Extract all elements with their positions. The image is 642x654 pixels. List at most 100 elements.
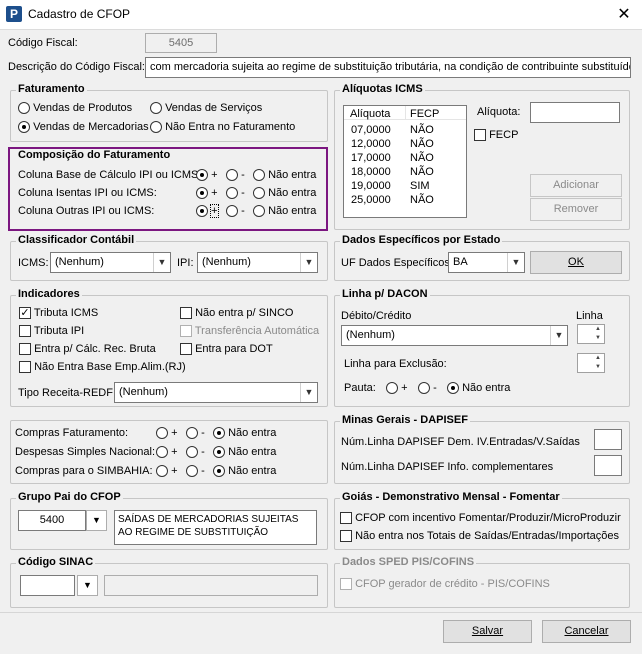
compras-faturamento-label: Compras Faturamento: — [15, 427, 129, 439]
checkmark-icon: ✓ — [19, 307, 31, 320]
list-item[interactable]: 18,0000 — [351, 166, 391, 178]
uf-combo[interactable]: BA ▼ — [448, 252, 525, 273]
ok-button[interactable]: OK — [530, 251, 622, 274]
adicionar-button[interactable]: Adicionar — [530, 174, 622, 197]
radio-compras-none[interactable]: Não entra — [213, 427, 276, 440]
radio-base-minus[interactable]: - — [226, 169, 245, 182]
chevron-down-icon[interactable]: ▼ — [77, 575, 98, 596]
entra-rec-bruta-checkbox[interactable]: Entra p/ Cálc. Rec. Bruta — [19, 343, 156, 356]
checkbox-icon — [19, 343, 31, 356]
aliquota-input[interactable] — [530, 102, 620, 123]
radio-vendas-servicos[interactable]: Vendas de Serviços — [150, 102, 262, 115]
nao-entra-emp-alim-checkbox[interactable]: Não Entra Base Emp.Alim.(RJ) — [19, 361, 186, 374]
radio-icon — [196, 169, 208, 182]
radio-icon — [213, 465, 225, 478]
icms-label: ICMS: — [18, 257, 49, 269]
list-item[interactable]: 12,0000 — [351, 138, 391, 150]
linha-spinner[interactable]: ▲ ▼ — [577, 324, 605, 344]
radio-base-plus[interactable]: + — [196, 169, 218, 182]
radio-simbahia-none[interactable]: Não entra — [213, 465, 276, 478]
radio-isentas-minus[interactable]: - — [226, 187, 245, 200]
list-item[interactable]: NÃO — [410, 166, 434, 178]
minas-row2-input[interactable] — [594, 455, 622, 476]
grupo-pai-code[interactable]: 5400 — [18, 510, 86, 531]
radio-compras-minus[interactable]: - — [186, 427, 205, 440]
transferencia-automatica-checkbox[interactable]: Transferência Automática — [180, 325, 319, 338]
composicao-row-base-label: Coluna Base de Cálculo IPI ou ICMS: — [18, 169, 202, 181]
list-item[interactable]: 19,0000 — [351, 180, 391, 192]
list-item[interactable]: 07,0000 — [351, 124, 391, 136]
aliquotas-col-fecp[interactable]: FECP — [410, 108, 439, 120]
tipo-receita-label: Tipo Receita-REDF: — [18, 387, 117, 399]
radio-compras-plus[interactable]: + — [156, 427, 178, 440]
radio-simbahia-plus[interactable]: + — [156, 465, 178, 478]
indicadores-title: Indicadores — [16, 288, 82, 300]
tributa-ipi-checkbox[interactable]: Tributa IPI — [19, 325, 84, 338]
radio-vendas-produtos[interactable]: Vendas de Produtos — [18, 102, 132, 115]
grupo-pai-description: SAÍDAS DE MERCADORIAS SUJEITAS AO REGIME … — [114, 510, 317, 545]
chevron-down-icon: ▼ — [507, 253, 524, 272]
descricao-field[interactable]: com mercadoria sujeita ao regime de subs… — [145, 57, 631, 78]
radio-despesas-none[interactable]: Não entra — [213, 446, 276, 459]
pauta-label: Pauta: — [344, 382, 376, 394]
sped-credito-checkbox[interactable]: CFOP gerador de crédito - PIS/COFINS — [340, 578, 550, 591]
tipo-receita-combo[interactable]: (Nenhum) ▼ — [114, 382, 318, 403]
goias-nao-entra-checkbox[interactable]: Não entra nos Totais de Saídas/Entradas/… — [340, 530, 619, 543]
cancelar-button[interactable]: Cancelar — [542, 620, 631, 643]
sinac-title: Código SINAC — [16, 556, 96, 568]
radio-outras-minus[interactable]: - — [226, 205, 245, 218]
radio-icon — [196, 205, 208, 218]
spin-up-icon[interactable]: ▲ — [592, 325, 604, 334]
list-item[interactable]: SIM — [410, 180, 430, 192]
list-item[interactable]: NÃO — [410, 124, 434, 136]
composicao-row-outras-label: Coluna Outras IPI ou ICMS: — [18, 205, 155, 217]
remover-button[interactable]: Remover — [530, 198, 622, 221]
goias-incentivo-checkbox[interactable]: CFOP com incentivo Fomentar/Produzir/Mic… — [340, 512, 621, 525]
fecp-checkbox[interactable]: FECP — [474, 129, 518, 142]
list-item[interactable]: NÃO — [410, 152, 434, 164]
radio-pauta-minus[interactable]: - — [418, 382, 437, 395]
linha-exclusao-label: Linha para Exclusão: — [344, 358, 447, 370]
ipi-combo[interactable]: (Nenhum) ▼ — [197, 252, 318, 273]
debito-credito-combo[interactable]: (Nenhum) ▼ — [341, 325, 568, 346]
list-item[interactable]: 17,0000 — [351, 152, 391, 164]
radio-simbahia-minus[interactable]: - — [186, 465, 205, 478]
grupo-pai-title: Grupo Pai do CFOP — [16, 491, 123, 503]
radio-outras-none[interactable]: Não entra — [253, 205, 316, 218]
linha-exclusao-spinner[interactable]: ▲ ▼ — [577, 353, 605, 373]
tributa-icms-checkbox[interactable]: ✓ Tributa ICMS — [19, 307, 98, 320]
radio-despesas-plus[interactable]: + — [156, 446, 178, 459]
radio-despesas-minus[interactable]: - — [186, 446, 205, 459]
aliquotas-col-aliquota[interactable]: Alíquota — [350, 108, 390, 120]
list-item[interactable]: NÃO — [410, 194, 434, 206]
list-item[interactable]: NÃO — [410, 138, 434, 150]
spin-down-icon[interactable]: ▼ — [592, 363, 604, 372]
radio-vendas-mercadorias[interactable]: Vendas de Mercadorias — [18, 121, 149, 134]
chevron-down-icon[interactable]: ▼ — [86, 510, 107, 531]
spin-up-icon[interactable]: ▲ — [592, 354, 604, 363]
radio-pauta-none[interactable]: Não entra — [447, 382, 510, 395]
app-icon: P — [6, 6, 22, 22]
radio-base-none[interactable]: Não entra — [253, 169, 316, 182]
list-item[interactable]: 25,0000 — [351, 194, 391, 206]
radio-nao-entra-faturamento[interactable]: Não Entra no Faturamento — [150, 121, 295, 134]
radio-icon — [213, 427, 225, 440]
despesas-simples-label: Despesas Simples Nacional: — [15, 446, 156, 458]
faturamento-title: Faturamento — [16, 83, 87, 95]
radio-isentas-none[interactable]: Não entra — [253, 187, 316, 200]
radio-pauta-plus[interactable]: + — [386, 382, 408, 395]
icms-combo[interactable]: (Nenhum) ▼ — [50, 252, 171, 273]
nao-entra-sinco-checkbox[interactable]: Não entra p/ SINCO — [180, 307, 294, 320]
minas-row1-input[interactable] — [594, 429, 622, 450]
radio-isentas-plus[interactable]: + — [196, 187, 218, 200]
checkbox-icon — [180, 307, 192, 320]
radio-outras-plus[interactable]: + — [196, 204, 219, 218]
salvar-button[interactable]: Salvar — [443, 620, 532, 643]
checkbox-icon — [180, 325, 192, 338]
sinac-code[interactable] — [20, 575, 75, 596]
spin-down-icon[interactable]: ▼ — [592, 334, 604, 343]
entra-dot-checkbox[interactable]: Entra para DOT — [180, 343, 273, 356]
close-icon[interactable]: ✕ — [612, 5, 636, 25]
codigo-fiscal-field: 5405 — [145, 33, 217, 53]
radio-icon — [156, 465, 168, 478]
